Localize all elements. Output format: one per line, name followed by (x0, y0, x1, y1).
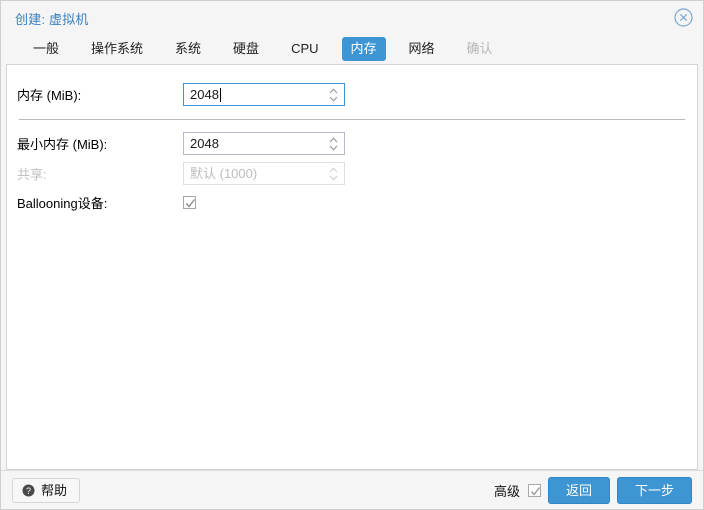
help-button-label: 帮助 (41, 482, 68, 498)
close-icon[interactable] (674, 8, 693, 27)
min-memory-label: 最小内存 (MiB): (17, 137, 108, 152)
tab-disks[interactable]: 硬盘 (224, 37, 268, 61)
dialog-footer: ? 帮助 高级 返回 下一步 (1, 470, 703, 509)
shares-input: 默认 (1000) (183, 162, 345, 185)
min-memory-stepper-icon[interactable] (329, 136, 338, 152)
tab-memory[interactable]: 内存 (341, 37, 386, 61)
tab-os[interactable]: 操作系统 (82, 37, 152, 61)
ballooning-label: Ballooning设备: (17, 196, 108, 211)
question-circle-icon: ? (22, 484, 35, 497)
footer-actions: 高级 返回 下一步 (493, 476, 692, 504)
min-memory-value: 2048 (190, 136, 219, 151)
shares-row: 共享: 默认 (1000) (7, 159, 697, 188)
dialog-title: 创建: 虚拟机 (15, 12, 89, 27)
create-vm-dialog: 创建: 虚拟机 一般 操作系统 系统 硬盘 CPU 内存 网络 确认 内存 (M… (0, 0, 704, 510)
min-memory-row: 最小内存 (MiB): 2048 (7, 128, 697, 159)
panel-wrapper: 内存 (MiB): 2048 最小内存 (MiB): 2048 共享: 默认 (… (1, 64, 703, 470)
wizard-tabbar: 一般 操作系统 系统 硬盘 CPU 内存 网络 确认 (1, 34, 703, 64)
memory-label: 内存 (MiB): (17, 88, 82, 103)
memory-row: 内存 (MiB): 2048 (7, 79, 697, 110)
section-divider (19, 119, 685, 120)
advanced-label: 高级 (493, 483, 520, 499)
shares-placeholder: 默认 (1000) (190, 166, 258, 181)
shares-stepper-icon (329, 166, 338, 182)
tab-general[interactable]: 一般 (24, 37, 68, 61)
text-caret (219, 87, 221, 102)
memory-value: 2048 (190, 87, 219, 102)
next-button[interactable]: 下一步 (616, 476, 692, 504)
min-memory-input[interactable]: 2048 (183, 132, 345, 155)
tab-confirm: 确认 (466, 41, 493, 56)
dialog-titlebar: 创建: 虚拟机 (1, 1, 703, 34)
advanced-checkbox[interactable] (527, 483, 541, 497)
tab-system[interactable]: 系统 (166, 37, 210, 61)
ballooning-checkbox[interactable] (183, 196, 196, 209)
tab-network[interactable]: 网络 (400, 37, 444, 61)
back-button[interactable]: 返回 (547, 476, 610, 504)
shares-label: 共享: (17, 167, 47, 182)
memory-stepper-icon[interactable] (329, 87, 338, 103)
help-button[interactable]: ? 帮助 (12, 477, 81, 503)
memory-settings-panel: 内存 (MiB): 2048 最小内存 (MiB): 2048 共享: 默认 (… (6, 64, 698, 470)
ballooning-row: Ballooning设备: (7, 188, 697, 217)
svg-text:?: ? (26, 485, 31, 495)
memory-input[interactable]: 2048 (183, 83, 345, 106)
tab-cpu[interactable]: CPU (282, 37, 327, 61)
